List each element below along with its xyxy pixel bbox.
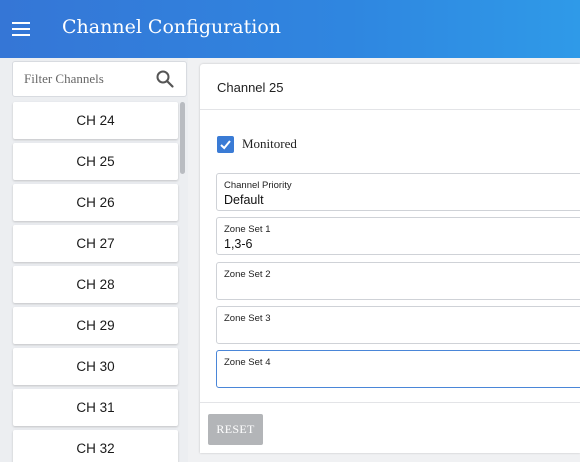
channel-item[interactable]: CH 30 bbox=[13, 348, 178, 385]
filter-box bbox=[12, 61, 187, 97]
zone-set-4-field[interactable]: Zone Set 4 bbox=[216, 350, 580, 388]
channel-item[interactable]: CH 27 bbox=[13, 225, 178, 262]
field-value: 1,3-6 bbox=[224, 237, 253, 251]
field-label: Zone Set 3 bbox=[224, 313, 271, 324]
monitored-checkbox[interactable] bbox=[217, 135, 234, 153]
check-icon bbox=[220, 139, 231, 149]
channel-item[interactable]: CH 24 bbox=[13, 102, 178, 139]
channel-item[interactable]: CH 28 bbox=[13, 266, 178, 303]
channel-list-scrollbar[interactable] bbox=[180, 102, 185, 174]
zone-set-3-field[interactable]: Zone Set 3 bbox=[216, 306, 580, 344]
field-label: Zone Set 2 bbox=[224, 269, 271, 280]
monitored-row: Monitored bbox=[217, 135, 297, 153]
channel-item[interactable]: CH 25 bbox=[13, 143, 178, 180]
monitored-label: Monitored bbox=[242, 136, 297, 151]
app-header: Channel Configuration bbox=[0, 0, 580, 58]
channel-priority-field[interactable]: Channel Priority Default bbox=[216, 173, 580, 211]
reset-button[interactable]: RESET bbox=[208, 414, 263, 445]
field-label: Channel Priority bbox=[224, 180, 292, 191]
field-label: Zone Set 4 bbox=[224, 357, 271, 368]
divider bbox=[200, 402, 580, 403]
zone-set-2-field[interactable]: Zone Set 2 bbox=[216, 262, 580, 300]
channel-sidebar: CH 24 CH 25 CH 26 CH 27 CH 28 CH 29 CH 3… bbox=[0, 58, 188, 462]
channel-title: Channel 25 bbox=[217, 80, 284, 95]
page-title: Channel Configuration bbox=[62, 16, 282, 38]
field-label: Zone Set 1 bbox=[224, 224, 271, 235]
search-icon[interactable] bbox=[155, 69, 175, 89]
channel-detail-panel: Channel 25 Monitored Channel Priority De… bbox=[200, 64, 580, 453]
divider bbox=[200, 109, 580, 110]
field-value: Default bbox=[224, 193, 264, 207]
channel-item[interactable]: CH 31 bbox=[13, 389, 178, 426]
filter-channels-input[interactable] bbox=[13, 62, 153, 96]
channel-item[interactable]: CH 26 bbox=[13, 184, 178, 221]
channel-item[interactable]: CH 32 bbox=[13, 430, 178, 462]
zone-set-1-field[interactable]: Zone Set 1 1,3-6 bbox=[216, 217, 580, 255]
hamburger-menu-icon[interactable] bbox=[10, 19, 34, 39]
channel-item[interactable]: CH 29 bbox=[13, 307, 178, 344]
